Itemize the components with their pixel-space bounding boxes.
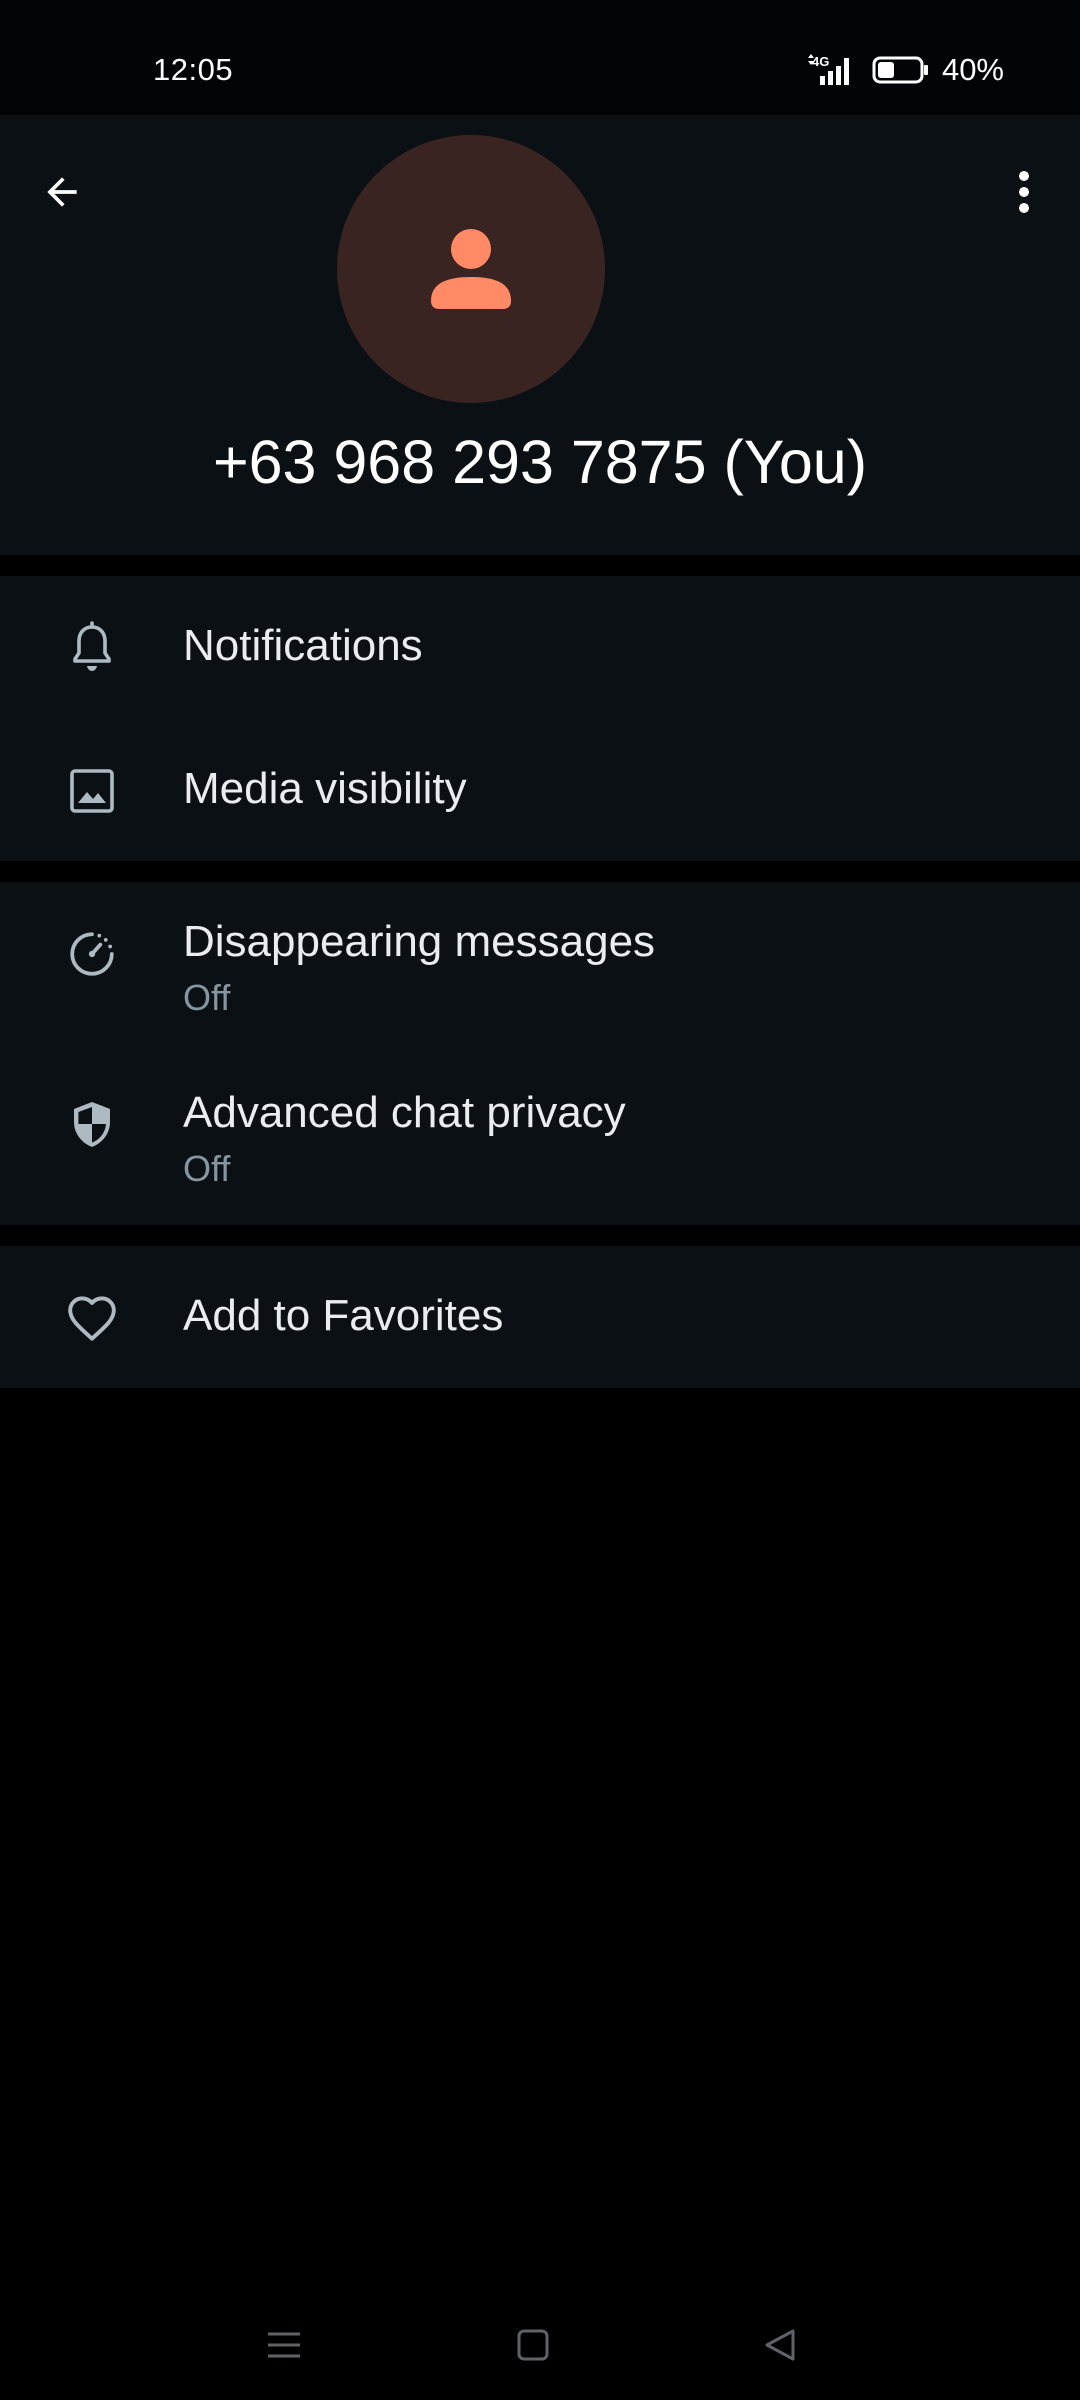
back-nav-button[interactable] [740, 2310, 820, 2380]
menu-icon [268, 2332, 300, 2358]
avatar[interactable] [337, 135, 605, 403]
notifications-row[interactable]: Notifications [0, 576, 1080, 719]
battery-icon [872, 56, 928, 84]
bell-icon [60, 616, 124, 680]
disappearing-messages-row[interactable]: Disappearing messages Off [0, 882, 1080, 1053]
notifications-section: Notifications Media visibility [0, 576, 1080, 861]
signal-4g-icon: 4G [807, 54, 849, 85]
status-time: 12:05 [153, 52, 234, 87]
advanced-chat-privacy-row[interactable]: Advanced chat privacy Off [0, 1053, 1080, 1225]
media-visibility-label: Media visibility [183, 764, 467, 813]
add-to-favorites-label: Add to Favorites [183, 1291, 504, 1340]
svg-text:4G: 4G [812, 54, 829, 69]
favorites-section: Add to Favorites [0, 1246, 1080, 1388]
person-icon [431, 229, 511, 309]
disappearing-messages-value: Off [183, 977, 231, 1018]
contact-info-screen: 12:05 4G 40% +63 968 293 7875 (You) Noti… [0, 0, 1080, 2400]
battery-percentage: 40% [941, 52, 1004, 87]
system-navigation-bar [0, 2290, 1080, 2400]
privacy-section: Disappearing messages Off Advanced chat … [0, 882, 1080, 1225]
timer-icon [60, 922, 124, 986]
notifications-label: Notifications [183, 621, 423, 670]
profile-header: +63 968 293 7875 (You) [0, 115, 1080, 555]
advanced-chat-privacy-label: Advanced chat privacy [183, 1088, 626, 1137]
triangle-back-icon [765, 2329, 795, 2361]
heart-icon [60, 1286, 124, 1350]
back-button[interactable] [30, 160, 94, 224]
add-to-favorites-row[interactable]: Add to Favorites [0, 1246, 1080, 1388]
media-visibility-row[interactable]: Media visibility [0, 719, 1080, 861]
more-options-button[interactable] [996, 160, 1052, 224]
recent-apps-button[interactable] [244, 2310, 324, 2380]
profile-name: +63 968 293 7875 (You) [212, 428, 868, 496]
home-button[interactable] [493, 2310, 573, 2380]
more-vert-icon [1019, 171, 1029, 213]
status-indicators: 4G 40% [806, 52, 1004, 88]
status-bar: 12:05 4G 40% [0, 0, 1080, 115]
square-icon [517, 2329, 549, 2361]
advanced-chat-privacy-value: Off [183, 1148, 231, 1189]
image-icon [60, 759, 124, 823]
shield-icon [60, 1093, 124, 1157]
arrow-back-icon [47, 177, 77, 207]
disappearing-messages-label: Disappearing messages [183, 917, 656, 966]
